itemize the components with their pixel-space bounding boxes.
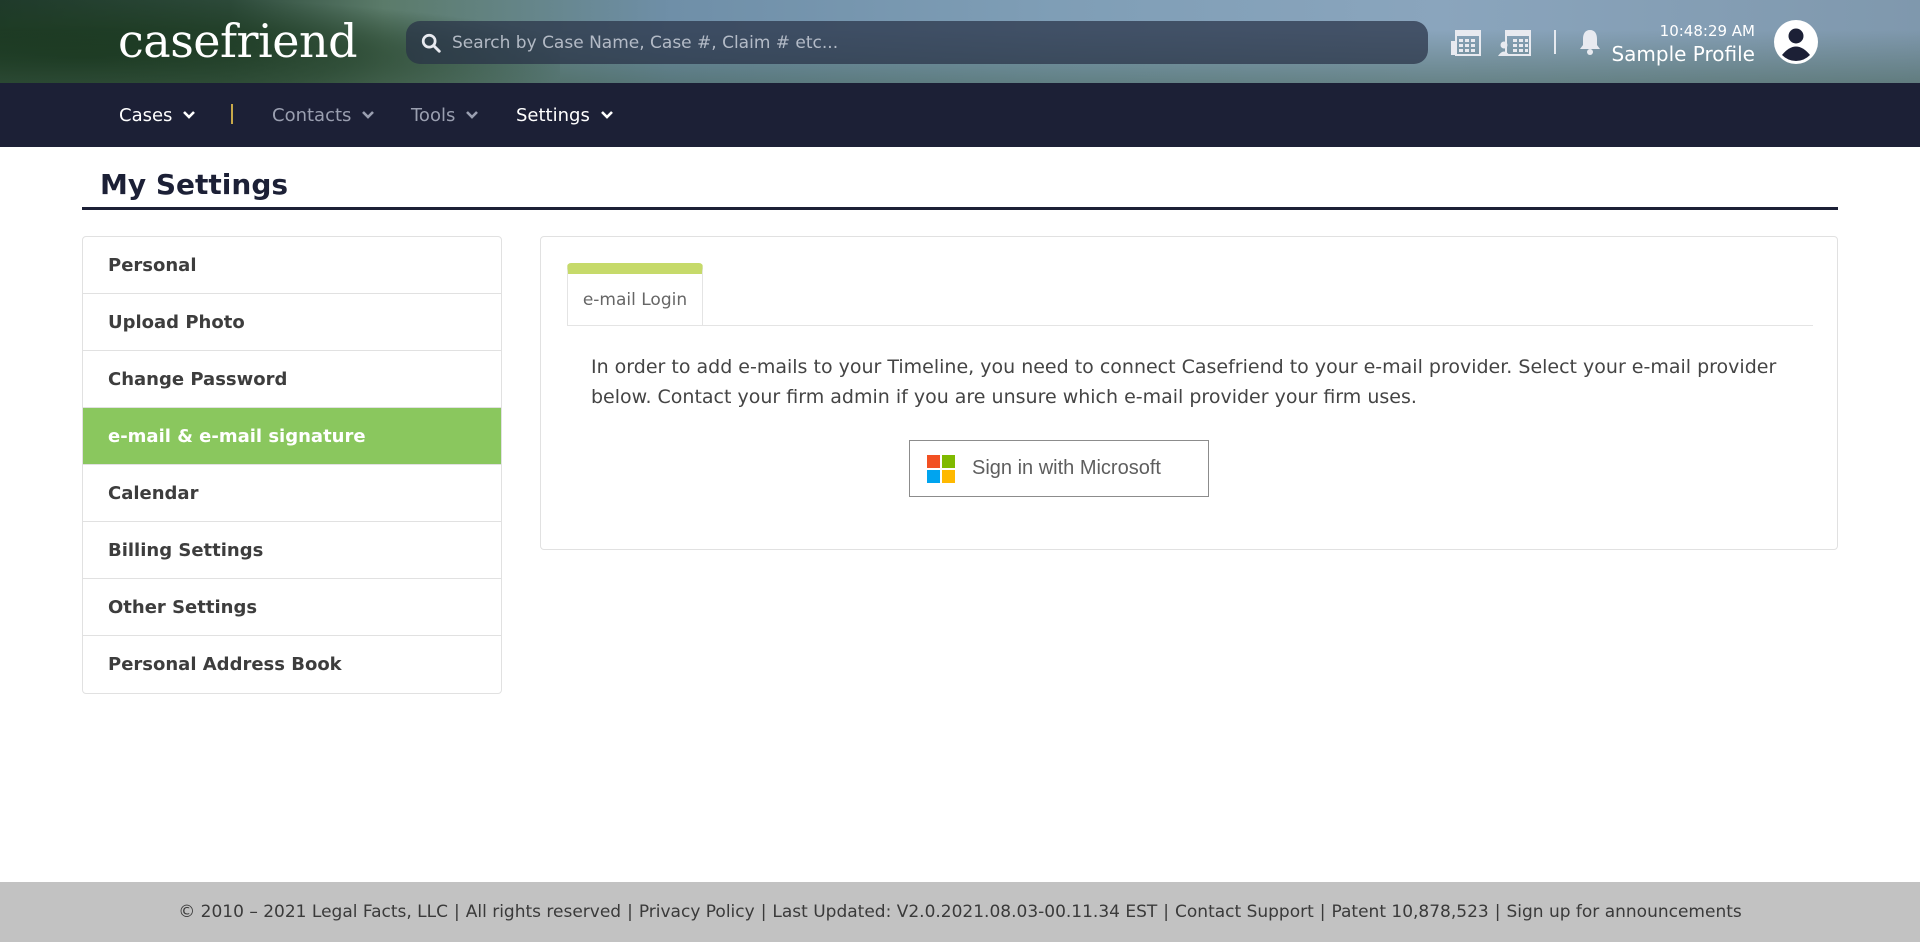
tab-rule: [567, 325, 1813, 326]
privacy-policy-link[interactable]: Privacy Policy: [639, 902, 755, 922]
settings-sidebar: Personal Upload Photo Change Password e-…: [82, 236, 502, 694]
nav-cases-label: Cases: [119, 104, 173, 126]
nav-tools[interactable]: Tools: [411, 83, 479, 147]
sign-in-microsoft-button[interactable]: Sign in with Microsoft: [909, 440, 1209, 497]
title-rule: [82, 207, 1838, 210]
chevron-down-icon: [600, 111, 613, 119]
nav-contacts[interactable]: Contacts: [272, 83, 375, 147]
microsoft-logo-icon: [927, 454, 955, 483]
sidebar-item-calendar[interactable]: Calendar: [83, 465, 501, 522]
footer-copyright: © 2010 – 2021 Legal Facts, LLC: [178, 902, 448, 922]
page-title: My Settings: [100, 168, 289, 201]
chevron-down-icon: [183, 111, 196, 119]
chevron-down-icon: [466, 111, 479, 119]
user-avatar-icon[interactable]: [1774, 20, 1818, 64]
tab-email-login[interactable]: e-mail Login: [567, 263, 703, 325]
email-settings-card: e-mail Login In order to add e-mails to …: [540, 236, 1838, 550]
chevron-down-icon: [362, 111, 375, 119]
contact-support-link[interactable]: Contact Support: [1175, 902, 1314, 922]
footer-patent: Patent 10,878,523: [1331, 902, 1489, 922]
email-info-text: In order to add e-mails to your Timeline…: [591, 356, 1777, 408]
clock: 10:48:29 AM: [1659, 22, 1755, 40]
nav-cases[interactable]: Cases: [119, 83, 196, 147]
footer: © 2010 – 2021 Legal Facts, LLC | All rig…: [0, 882, 1920, 942]
search-input[interactable]: [452, 32, 1428, 53]
nav-divider: [231, 104, 233, 124]
profile-name[interactable]: Sample Profile: [1495, 42, 1755, 66]
sidebar-item-upload-photo[interactable]: Upload Photo: [83, 294, 501, 351]
footer-last-updated: Last Updated: V2.0.2021.08.03-00.11.34 E…: [772, 902, 1158, 922]
casefriend-logo[interactable]: casefriend: [118, 14, 358, 68]
top-header: casefriend 10:48:29 AM Sampl: [0, 0, 1920, 83]
nav-contacts-label: Contacts: [272, 104, 352, 126]
calendar-grid-icon[interactable]: [1450, 28, 1482, 58]
main-nav: Cases Contacts Tools Settings: [0, 83, 1920, 147]
sign-in-microsoft-label: Sign in with Microsoft: [972, 457, 1161, 479]
sidebar-item-other-settings[interactable]: Other Settings: [83, 579, 501, 636]
nav-settings-label: Settings: [516, 104, 590, 126]
sidebar-item-email-signature[interactable]: e-mail & e-mail signature: [83, 408, 501, 465]
nav-tools-label: Tools: [411, 104, 456, 126]
footer-rights: All rights reserved: [465, 902, 622, 922]
search-icon: [421, 33, 441, 53]
sidebar-item-change-password[interactable]: Change Password: [83, 351, 501, 408]
search-bar: [406, 21, 1428, 64]
nav-settings[interactable]: Settings: [516, 83, 614, 147]
announcements-signup-link[interactable]: Sign up for announcements: [1506, 902, 1741, 922]
sidebar-item-personal-address-book[interactable]: Personal Address Book: [83, 636, 501, 693]
sidebar-item-personal[interactable]: Personal: [83, 237, 501, 294]
sidebar-item-billing-settings[interactable]: Billing Settings: [83, 522, 501, 579]
